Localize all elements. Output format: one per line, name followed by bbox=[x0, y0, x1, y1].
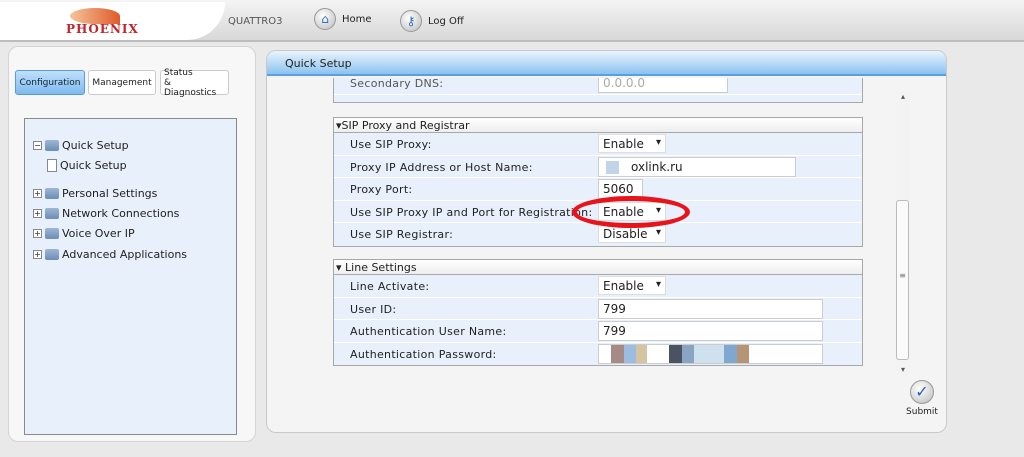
field-label: Secondary DNS: bbox=[350, 78, 444, 90]
network-section-tail: Secondary DNS: 0.0.0.0 bbox=[333, 78, 863, 103]
logoff-button[interactable]: ⚷ Log Off bbox=[400, 10, 464, 32]
scrollbar-thumb[interactable]: ≡ bbox=[896, 200, 909, 360]
tab-label: Status bbox=[164, 67, 193, 78]
field-label: Proxy Port: bbox=[350, 183, 413, 196]
home-icon: ⌂ bbox=[314, 8, 336, 30]
tab-label: & Diagnostics bbox=[164, 77, 217, 98]
home-button[interactable]: ⌂ Home bbox=[314, 8, 372, 30]
proxy-host-input[interactable]: oxlink.ru bbox=[598, 156, 796, 177]
section-header[interactable]: ▾SIP Proxy and Registrar bbox=[334, 118, 862, 133]
device-name: QUATTRO3 bbox=[228, 16, 283, 27]
tree-voice-over-ip[interactable]: + Voice Over IP bbox=[33, 227, 135, 240]
expand-icon[interactable]: + bbox=[33, 250, 42, 259]
phoenix-logo: PHOENIX bbox=[0, 2, 225, 40]
tab-management[interactable]: Management bbox=[88, 70, 156, 95]
sip-proxy-section: ▾SIP Proxy and Registrar Use SIP Proxy: E… bbox=[333, 117, 863, 247]
field-label: Use SIP Registrar: bbox=[350, 228, 454, 241]
folder-icon bbox=[45, 208, 59, 219]
logoff-label: Log Off bbox=[428, 15, 464, 27]
section-title: Line Settings bbox=[345, 261, 417, 274]
tree-label: Quick Setup bbox=[60, 159, 127, 172]
field-label: Use SIP Proxy: bbox=[350, 138, 432, 151]
field-label: Proxy IP Address or Host Name: bbox=[350, 160, 533, 174]
tree-label: Advanced Applications bbox=[62, 248, 188, 261]
logo-text: PHOENIX bbox=[66, 22, 139, 36]
secondary-dns-input[interactable]: 0.0.0.0 bbox=[598, 78, 728, 93]
use-sip-proxy-select[interactable]: Enable bbox=[598, 134, 666, 153]
tree-network-connections[interactable]: + Network Connections bbox=[33, 207, 179, 220]
tree-advanced-applications[interactable]: + Advanced Applications bbox=[33, 248, 187, 261]
submit-button[interactable]: ✓ Submit bbox=[902, 380, 942, 417]
folder-icon bbox=[45, 188, 59, 199]
field-label: Authentication User Name: bbox=[350, 325, 507, 338]
panel-title: Quick Setup bbox=[267, 51, 946, 76]
auth-password-input[interactable] bbox=[598, 343, 823, 364]
collapse-icon[interactable]: − bbox=[33, 141, 42, 150]
submit-label: Submit bbox=[906, 407, 938, 417]
field-label: Line Activate: bbox=[350, 280, 430, 293]
checkmark-icon: ✓ bbox=[910, 380, 934, 404]
tree-quick-setup[interactable]: − Quick Setup bbox=[33, 139, 129, 152]
line-settings-section: ▾ Line Settings Line Activate: Enable Use… bbox=[333, 259, 863, 366]
expand-icon[interactable]: + bbox=[33, 189, 42, 198]
tree-label: Network Connections bbox=[62, 207, 180, 220]
tree-personal-settings[interactable]: + Personal Settings bbox=[33, 187, 157, 200]
expand-icon[interactable]: + bbox=[33, 229, 42, 238]
section-title: SIP Proxy and Registrar bbox=[341, 119, 470, 132]
folder-icon bbox=[45, 228, 59, 239]
key-icon: ⚷ bbox=[400, 10, 422, 32]
tree-label: Quick Setup bbox=[62, 139, 129, 152]
expand-icon[interactable]: + bbox=[33, 209, 42, 218]
redacted-block bbox=[606, 160, 619, 174]
folder-icon bbox=[45, 249, 59, 260]
field-label: User ID: bbox=[350, 302, 397, 316]
tab-configuration[interactable]: Configuration bbox=[15, 70, 85, 95]
home-label: Home bbox=[342, 13, 372, 25]
menu-tree: − Quick Setup Quick Setup + Personal Setti… bbox=[24, 118, 237, 435]
highlight-ellipse bbox=[572, 196, 690, 228]
field-label: Authentication Password: bbox=[350, 347, 497, 361]
field-label: Use SIP Proxy IP and Port for Registrati… bbox=[350, 205, 593, 219]
user-id-input[interactable]: 799 bbox=[598, 298, 823, 319]
line-activate-select[interactable]: Enable bbox=[598, 276, 666, 295]
input-value: oxlink.ru bbox=[631, 159, 683, 174]
tree-label: Voice Over IP bbox=[62, 227, 135, 240]
auth-username-input[interactable]: 799 bbox=[598, 321, 823, 341]
folder-icon bbox=[45, 140, 59, 151]
page-icon bbox=[47, 159, 57, 172]
tab-status-diagnostics[interactable]: Status & Diagnostics bbox=[160, 67, 229, 98]
tree-quick-setup-page[interactable]: Quick Setup bbox=[47, 159, 127, 172]
section-header[interactable]: ▾ Line Settings bbox=[334, 260, 862, 275]
tree-label: Personal Settings bbox=[62, 187, 158, 200]
